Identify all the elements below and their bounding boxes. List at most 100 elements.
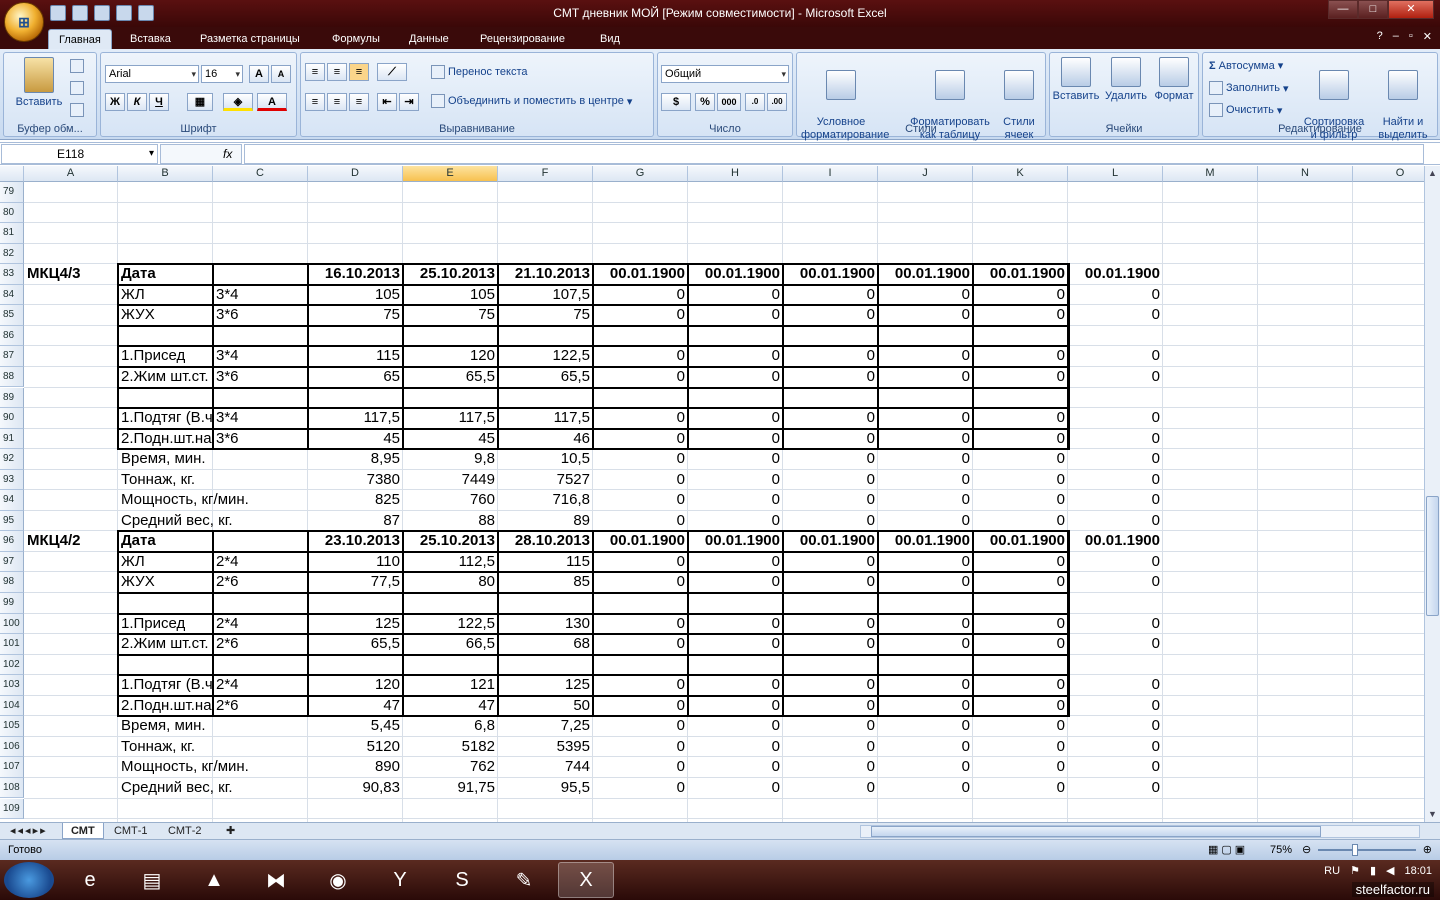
cell-G87[interactable]: 0 — [593, 346, 688, 367]
cell-G103[interactable]: 0 — [593, 675, 688, 696]
cell-L97[interactable]: 0 — [1068, 552, 1163, 573]
ribbon-restore-icon[interactable]: ▫ — [1409, 30, 1413, 43]
cell-D105[interactable]: 5,45 — [308, 716, 403, 737]
cell-L96[interactable]: 00.01.1900 — [1068, 531, 1163, 552]
cell-J105[interactable]: 0 — [878, 716, 973, 737]
cell-F87[interactable]: 122,5 — [498, 346, 593, 367]
cell-L84[interactable]: 0 — [1068, 285, 1163, 306]
cell-C91[interactable]: 3*6 — [213, 429, 308, 450]
cell-B96[interactable]: Дата — [118, 531, 213, 552]
horizontal-scrollbar[interactable] — [860, 825, 1420, 838]
cell-K104[interactable]: 0 — [973, 696, 1068, 717]
cell-F101[interactable]: 68 — [498, 634, 593, 655]
cell-C85[interactable]: 3*6 — [213, 305, 308, 326]
thousands-button[interactable]: 000 — [717, 93, 741, 111]
cell-H100[interactable]: 0 — [688, 614, 783, 635]
cell-G107[interactable]: 0 — [593, 757, 688, 778]
row-header-99[interactable]: 99 — [0, 593, 24, 614]
cell-H98[interactable]: 0 — [688, 572, 783, 593]
cell-J96[interactable]: 00.01.1900 — [878, 531, 973, 552]
cell-F91[interactable]: 46 — [498, 429, 593, 450]
cell-E87[interactable]: 120 — [403, 346, 498, 367]
shrink-font-button[interactable]: A — [271, 65, 291, 83]
cell-K103[interactable]: 0 — [973, 675, 1068, 696]
cell-K93[interactable]: 0 — [973, 470, 1068, 491]
percent-button[interactable]: % — [695, 93, 715, 111]
decrease-decimal-icon[interactable]: .00 — [767, 93, 787, 111]
cell-I93[interactable]: 0 — [783, 470, 878, 491]
cell-H106[interactable]: 0 — [688, 737, 783, 758]
cell-L108[interactable]: 0 — [1068, 778, 1163, 799]
row-header-102[interactable]: 102 — [0, 654, 24, 676]
row-header-98[interactable]: 98 — [0, 572, 24, 593]
cell-F88[interactable]: 65,5 — [498, 367, 593, 388]
cell-F103[interactable]: 125 — [498, 675, 593, 696]
media-player-icon[interactable]: ⧓ — [248, 862, 304, 898]
cell-D92[interactable]: 8,95 — [308, 449, 403, 470]
row-header-86[interactable]: 86 — [0, 325, 24, 347]
bold-button[interactable]: Ж — [105, 93, 125, 111]
cell-K95[interactable]: 0 — [973, 511, 1068, 532]
row-header-90[interactable]: 90 — [0, 408, 24, 429]
clock[interactable]: 18:01 — [1404, 865, 1432, 877]
cell-G95[interactable]: 0 — [593, 511, 688, 532]
column-header-j[interactable]: J — [878, 166, 973, 182]
cell-I85[interactable]: 0 — [783, 305, 878, 326]
cell-J101[interactable]: 0 — [878, 634, 973, 655]
cell-B97[interactable]: ЖЛ — [118, 552, 213, 573]
ribbon-close-icon[interactable]: ✕ — [1423, 30, 1432, 43]
column-header-i[interactable]: I — [783, 166, 878, 182]
format-painter-icon[interactable] — [70, 103, 84, 117]
cell-E106[interactable]: 5182 — [403, 737, 498, 758]
cell-E92[interactable]: 9,8 — [403, 449, 498, 470]
cell-I95[interactable]: 0 — [783, 511, 878, 532]
row-header-97[interactable]: 97 — [0, 551, 24, 573]
cell-I98[interactable]: 0 — [783, 572, 878, 593]
cell-C87[interactable]: 3*4 — [213, 346, 308, 367]
cell-L95[interactable]: 0 — [1068, 511, 1163, 532]
cell-K105[interactable]: 0 — [973, 716, 1068, 737]
chrome-icon[interactable]: ◉ — [310, 862, 366, 898]
cell-E101[interactable]: 66,5 — [403, 634, 498, 655]
cell-B83[interactable]: Дата — [118, 264, 213, 285]
align-middle-icon[interactable]: ≡ — [327, 63, 347, 81]
cell-H97[interactable]: 0 — [688, 552, 783, 573]
cell-B108[interactable]: Средний вес, кг. — [118, 778, 233, 799]
cell-D106[interactable]: 5120 — [308, 737, 403, 758]
cell-L101[interactable]: 0 — [1068, 634, 1163, 655]
cell-D107[interactable]: 890 — [308, 757, 403, 778]
cell-E84[interactable]: 105 — [403, 285, 498, 306]
cell-C97[interactable]: 2*4 — [213, 552, 308, 573]
cell-J85[interactable]: 0 — [878, 305, 973, 326]
cell-D85[interactable]: 75 — [308, 305, 403, 326]
increase-indent-icon[interactable]: ⇥ — [399, 93, 419, 111]
cell-F92[interactable]: 10,5 — [498, 449, 593, 470]
cell-J98[interactable]: 0 — [878, 572, 973, 593]
cell-J91[interactable]: 0 — [878, 429, 973, 450]
cell-H84[interactable]: 0 — [688, 285, 783, 306]
cell-J94[interactable]: 0 — [878, 490, 973, 511]
cell-E97[interactable]: 112,5 — [403, 552, 498, 573]
cell-B104[interactable]: 2.Подн.шт.на — [118, 696, 213, 717]
tab-view[interactable]: Вид — [590, 29, 630, 49]
insert-function-button[interactable]: fx — [160, 144, 242, 164]
help-icon[interactable]: ? — [1377, 30, 1383, 43]
cell-G108[interactable]: 0 — [593, 778, 688, 799]
zoom-slider[interactable]: ⊖ ⊕ — [1302, 844, 1432, 856]
cell-L93[interactable]: 0 — [1068, 470, 1163, 491]
sheet-nav-icons[interactable]: ◂◂◂▸▸ — [2, 823, 56, 839]
orientation-icon[interactable]: ⟋ — [377, 63, 407, 81]
row-header-96[interactable]: 96 — [0, 531, 24, 552]
cell-B90[interactable]: 1.Подтяг (В.ч — [118, 408, 213, 429]
column-header-o[interactable]: O — [1353, 166, 1424, 182]
cell-H93[interactable]: 0 — [688, 470, 783, 491]
cell-G94[interactable]: 0 — [593, 490, 688, 511]
yandex-browser-icon[interactable]: Y — [372, 862, 428, 898]
cell-J83[interactable]: 00.01.1900 — [878, 264, 973, 285]
paint-icon[interactable]: ✎ — [496, 862, 552, 898]
cell-I97[interactable]: 0 — [783, 552, 878, 573]
cell-F83[interactable]: 21.10.2013 — [498, 264, 593, 285]
row-header-88[interactable]: 88 — [0, 366, 24, 388]
column-header-l[interactable]: L — [1068, 166, 1163, 182]
insert-sheet-icon[interactable]: ✚ — [218, 823, 243, 839]
